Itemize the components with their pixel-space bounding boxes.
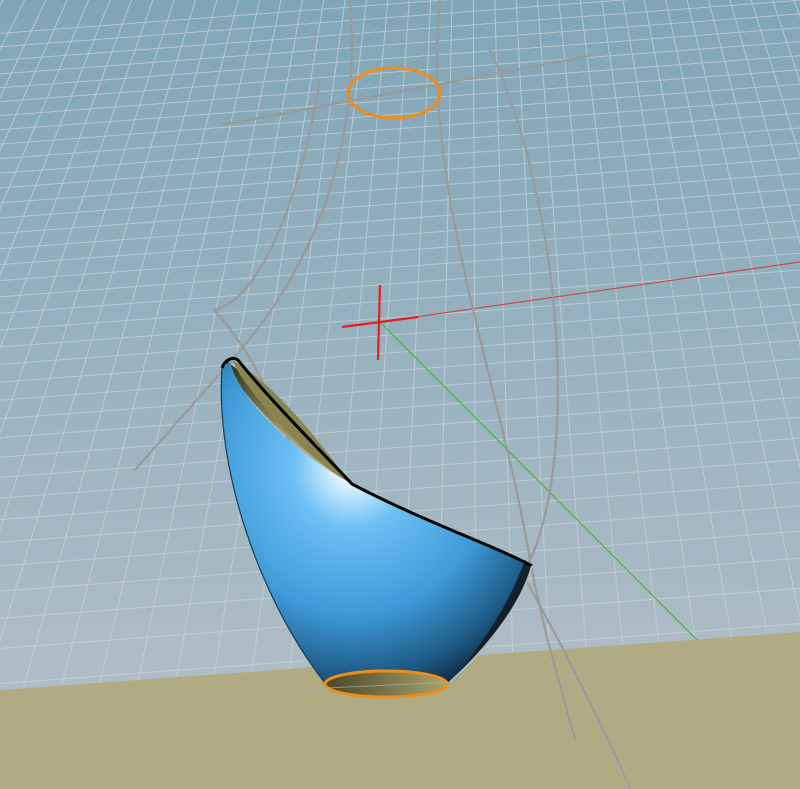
3d-viewport[interactable]	[0, 0, 800, 789]
